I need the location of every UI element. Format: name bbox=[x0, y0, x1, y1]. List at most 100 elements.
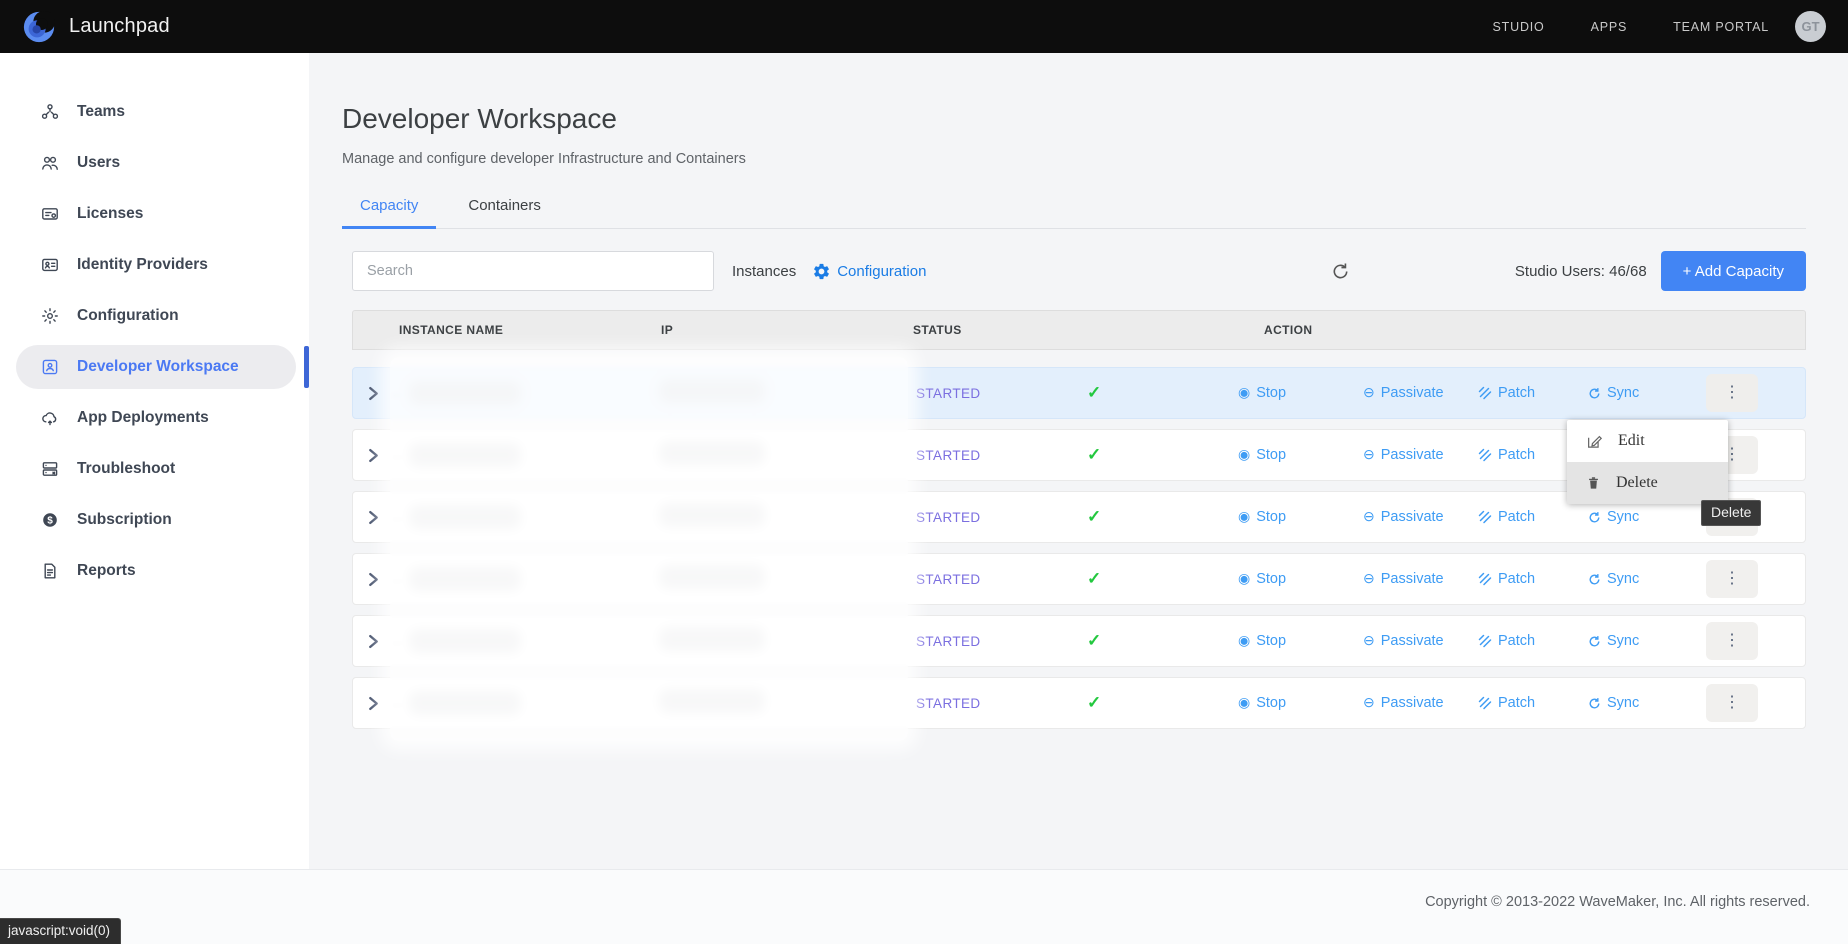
redacted-text: .. bbox=[393, 573, 401, 585]
configuration-link[interactable]: Configuration bbox=[812, 262, 926, 281]
context-menu-item-delete[interactable]: Delete bbox=[1567, 462, 1728, 504]
sync-action-link[interactable]: Sync bbox=[1588, 571, 1639, 587]
passivate-icon: ⊖ bbox=[1363, 571, 1375, 587]
column-header-status: STATUS bbox=[907, 323, 1067, 337]
topnav-link-team-portal[interactable]: TEAM PORTAL bbox=[1673, 20, 1769, 34]
patch-icon bbox=[1478, 571, 1492, 587]
footer: Copyright © 2013-2022 WaveMaker, Inc. Al… bbox=[0, 869, 1848, 944]
sidebar-item-teams[interactable]: Teams bbox=[16, 90, 296, 134]
sidebar-item-app-deployments[interactable]: App Deployments bbox=[16, 396, 296, 440]
stop-action-link[interactable]: ◉Stop bbox=[1238, 633, 1286, 649]
sidebar-item-configuration[interactable]: Configuration bbox=[16, 294, 296, 338]
avatar[interactable]: GT bbox=[1795, 11, 1826, 42]
ip-cell bbox=[655, 503, 907, 532]
context-menu-item-label: Edit bbox=[1618, 432, 1645, 450]
passivate-action-link[interactable]: ⊖Passivate bbox=[1363, 385, 1444, 401]
sidebar-item-subscription[interactable]: $Subscription bbox=[16, 498, 296, 542]
search-input[interactable] bbox=[352, 251, 714, 291]
teams-icon bbox=[40, 102, 60, 122]
patch-action-link[interactable]: Patch bbox=[1478, 385, 1535, 401]
tab-capacity[interactable]: Capacity bbox=[342, 197, 436, 229]
sidebar-item-troubleshoot[interactable]: Troubleshoot bbox=[16, 447, 296, 491]
instance-name-cell: .. bbox=[393, 691, 655, 715]
patch-icon bbox=[1478, 385, 1492, 401]
sidebar-item-users[interactable]: Users bbox=[16, 141, 296, 185]
passivate-action-link[interactable]: ⊖Passivate bbox=[1363, 633, 1444, 649]
patch-icon bbox=[1478, 509, 1492, 525]
redacted-text: .. bbox=[393, 511, 401, 523]
add-capacity-button[interactable]: + Add Capacity bbox=[1661, 251, 1806, 291]
sidebar-item-label: Developer Workspace bbox=[77, 358, 239, 376]
refresh-icon[interactable] bbox=[1331, 262, 1350, 281]
passivate-action-link[interactable]: ⊖Passivate bbox=[1363, 695, 1444, 711]
sidebar-item-reports[interactable]: Reports bbox=[16, 549, 296, 593]
check-icon: ✓ bbox=[1087, 507, 1101, 526]
redacted-instance-name bbox=[409, 443, 521, 467]
patch-action-link[interactable]: Patch bbox=[1478, 571, 1535, 587]
stop-action-link[interactable]: ◉Stop bbox=[1238, 509, 1286, 525]
redacted-text: .. bbox=[393, 449, 401, 461]
patch-icon bbox=[1478, 447, 1492, 463]
row-menu-kebab-button[interactable]: ⋮ bbox=[1706, 684, 1758, 722]
stop-action-link[interactable]: ◉Stop bbox=[1238, 695, 1286, 711]
passivate-action-link[interactable]: ⊖Passivate bbox=[1363, 447, 1444, 463]
topnav-link-studio[interactable]: STUDIO bbox=[1493, 20, 1545, 34]
patch-action-link[interactable]: Patch bbox=[1478, 633, 1535, 649]
sync-icon bbox=[1588, 385, 1601, 401]
table-row[interactable]: .. STARTED ✓ ◉Stop ⊖Passivate Patch Sync… bbox=[352, 367, 1806, 419]
sync-action-link[interactable]: Sync bbox=[1588, 633, 1639, 649]
row-menu-kebab-button[interactable]: ⋮ bbox=[1706, 374, 1758, 412]
page-title: Developer Workspace bbox=[342, 103, 1806, 135]
expand-chevron-icon[interactable] bbox=[353, 572, 393, 587]
row-menu-kebab-button[interactable]: ⋮ bbox=[1706, 560, 1758, 598]
context-menu-item-label: Delete bbox=[1616, 474, 1658, 492]
sidebar-item-licenses[interactable]: Licenses bbox=[16, 192, 296, 236]
redacted-instance-name bbox=[409, 505, 521, 529]
expand-chevron-icon[interactable] bbox=[353, 696, 393, 711]
table-row[interactable]: .. STARTED ✓ ◉Stop ⊖Passivate Patch Sync… bbox=[352, 553, 1806, 605]
patch-action-link[interactable]: Patch bbox=[1478, 509, 1535, 525]
sync-action-link[interactable]: Sync bbox=[1588, 695, 1639, 711]
sidebar-item-label: App Deployments bbox=[77, 409, 209, 427]
sidebar-item-developer-workspace[interactable]: Developer Workspace bbox=[16, 345, 296, 389]
stop-icon: ◉ bbox=[1238, 385, 1250, 401]
instance-name-cell: .. bbox=[393, 381, 655, 405]
tab-containers[interactable]: Containers bbox=[450, 197, 559, 228]
status-ok-cell: ✓ bbox=[1067, 693, 1212, 713]
redacted-instance-name bbox=[409, 567, 521, 591]
stop-action-link[interactable]: ◉Stop bbox=[1238, 571, 1286, 587]
sidebar-item-label: Licenses bbox=[77, 205, 143, 223]
stop-action-link[interactable]: ◉Stop bbox=[1238, 385, 1286, 401]
expand-chevron-icon[interactable] bbox=[353, 634, 393, 649]
stop-action-link[interactable]: ◉Stop bbox=[1238, 447, 1286, 463]
status-ok-cell: ✓ bbox=[1067, 507, 1212, 527]
passivate-action-link[interactable]: ⊖Passivate bbox=[1363, 509, 1444, 525]
expand-chevron-icon[interactable] bbox=[353, 386, 393, 401]
sidebar-item-label: Users bbox=[77, 154, 120, 172]
passivate-action-link[interactable]: ⊖Passivate bbox=[1363, 571, 1444, 587]
table-header: INSTANCE NAME IP STATUS ACTION bbox=[352, 310, 1806, 350]
expand-chevron-icon[interactable] bbox=[353, 510, 393, 525]
patch-action-link[interactable]: Patch bbox=[1478, 695, 1535, 711]
topnav-link-apps[interactable]: APPS bbox=[1591, 20, 1628, 34]
sync-action-link[interactable]: Sync bbox=[1588, 509, 1639, 525]
table-row[interactable]: .. STARTED ✓ ◉Stop ⊖Passivate Patch Sync… bbox=[352, 677, 1806, 729]
studio-users-count: Studio Users: 46/68 bbox=[1515, 263, 1647, 280]
stop-icon: ◉ bbox=[1238, 509, 1250, 525]
ip-cell bbox=[655, 565, 907, 594]
patch-action-link[interactable]: Patch bbox=[1478, 447, 1535, 463]
redacted-text: .. bbox=[393, 635, 401, 647]
redacted-text: .. bbox=[393, 697, 401, 709]
page-subtitle: Manage and configure developer Infrastru… bbox=[342, 151, 1806, 167]
context-menu-item-edit[interactable]: Edit bbox=[1567, 420, 1728, 462]
expand-chevron-icon[interactable] bbox=[353, 448, 393, 463]
row-menu-kebab-button[interactable]: ⋮ bbox=[1706, 622, 1758, 660]
sidebar-item-identity-providers[interactable]: Identity Providers bbox=[16, 243, 296, 287]
tabbar: Capacity Containers bbox=[342, 197, 1806, 229]
delete-icon bbox=[1586, 474, 1601, 492]
brand[interactable]: Launchpad bbox=[22, 10, 170, 44]
table-row[interactable]: .. STARTED ✓ ◉Stop ⊖Passivate Patch Sync… bbox=[352, 615, 1806, 667]
brand-name: Launchpad bbox=[69, 15, 170, 38]
sync-action-link[interactable]: Sync bbox=[1588, 385, 1639, 401]
passivate-icon: ⊖ bbox=[1363, 509, 1375, 525]
